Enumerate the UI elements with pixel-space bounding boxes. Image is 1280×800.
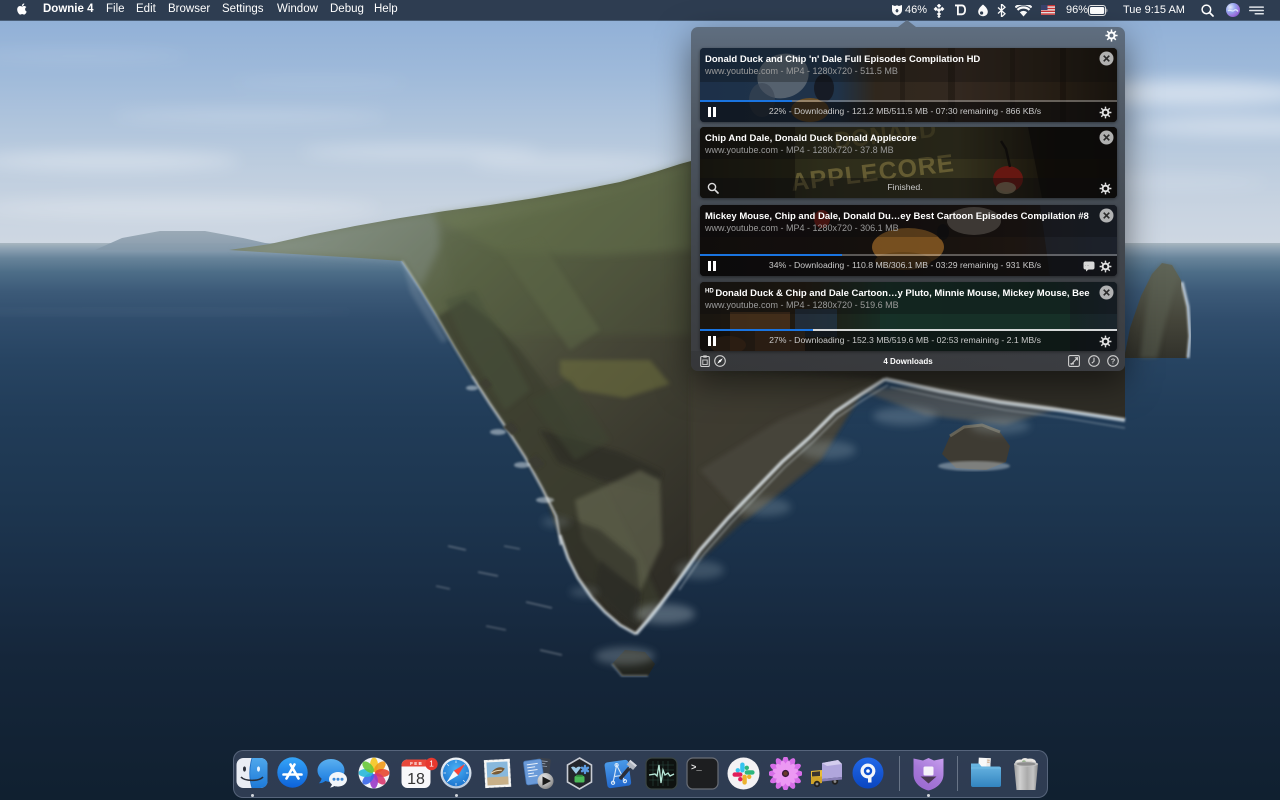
svg-text:F E B: F E B bbox=[410, 761, 422, 766]
svg-text:1: 1 bbox=[429, 759, 434, 769]
svg-text:?: ? bbox=[1110, 357, 1115, 366]
svg-text:···: ··· bbox=[1085, 263, 1090, 268]
svg-text:>_: >_ bbox=[691, 763, 702, 773]
svg-text:18: 18 bbox=[407, 771, 425, 788]
